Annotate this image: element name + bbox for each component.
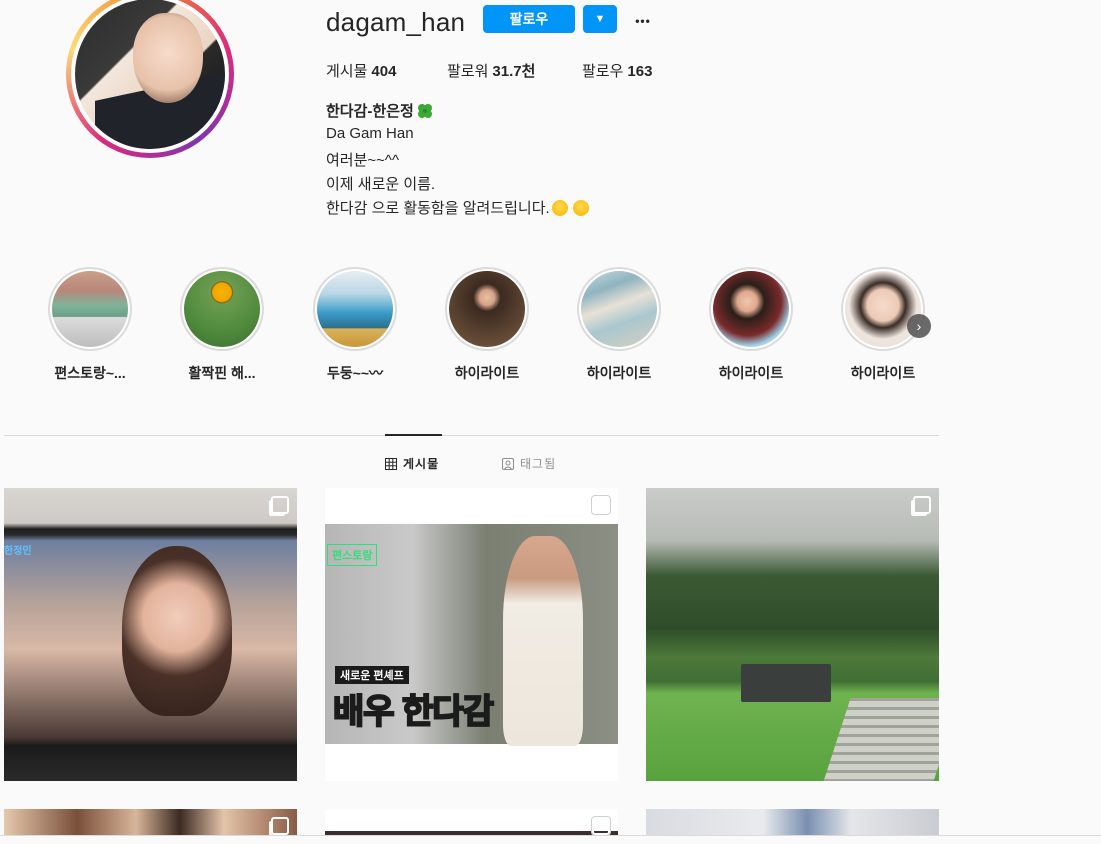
- chevron-right-icon: ›: [916, 318, 922, 334]
- highlight-cover: [845, 271, 921, 347]
- highlights-next-button[interactable]: ›: [907, 314, 931, 338]
- sweat-emoji-icon: [572, 199, 589, 216]
- multi-post-icon: [591, 816, 611, 835]
- tabs-divider: [4, 435, 939, 436]
- avatar-image: [75, 0, 225, 149]
- post-image: [646, 809, 939, 835]
- tag-icon: [502, 457, 514, 470]
- highlight-item[interactable]: 하이라이트: [577, 267, 661, 381]
- highlight-cover: [184, 271, 260, 347]
- username: dagam_han: [326, 7, 466, 37]
- tab-posts[interactable]: 게시물: [385, 455, 439, 472]
- multi-post-icon: [271, 496, 289, 514]
- post-caption-big: 배우 한다감: [332, 692, 495, 732]
- tab-tagged[interactable]: 태그됨: [502, 455, 556, 472]
- suggested-dropdown-button[interactable]: ▼: [583, 5, 617, 33]
- post-overlay-text: 한정민: [4, 546, 32, 557]
- multi-post-icon: [591, 495, 611, 515]
- highlight-item[interactable]: 하이라이트: [841, 267, 925, 381]
- tab-posts-label: 게시물: [403, 457, 440, 471]
- highlight-cover: [449, 271, 525, 347]
- post-overlay-badge: 편스토랑: [327, 544, 378, 566]
- post-caption-small: 새로운 편셰프: [335, 666, 409, 684]
- post-thumbnail[interactable]: [325, 809, 618, 835]
- stat-following[interactable]: 팔로우 163: [582, 60, 652, 81]
- stat-posts-value: 404: [371, 63, 397, 80]
- post-thumbnail[interactable]: 편스토랑 새로운 편셰프 배우 한다감: [325, 488, 618, 781]
- full-name: 한다감-한은정: [326, 100, 434, 121]
- bio-line-2: 여러분~~^^: [326, 152, 399, 169]
- bio-line-4-text: 한다감 으로 활동함을 알려드립니다.: [326, 200, 550, 217]
- highlight-item[interactable]: 하이라이트: [709, 267, 793, 381]
- highlight-cover: [52, 271, 128, 347]
- smile-emoji-icon: [551, 199, 568, 216]
- active-tab-indicator: [385, 434, 442, 436]
- highlight-item[interactable]: 활짝핀 해...: [180, 267, 264, 381]
- clover-icon: [417, 103, 432, 118]
- post-person-shape: [503, 536, 583, 746]
- stat-following-label: 팔로우: [582, 63, 624, 80]
- multi-post-icon: [271, 817, 289, 835]
- grid-icon: [385, 457, 397, 470]
- stat-following-value: 163: [627, 63, 653, 80]
- highlight-label: 하이라이트: [718, 365, 784, 381]
- tab-tagged-label: 태그됨: [520, 457, 557, 471]
- stat-posts-label: 게시물: [326, 63, 368, 80]
- highlight-cover: [581, 271, 657, 347]
- highlight-item[interactable]: 하이라이트: [445, 267, 529, 381]
- highlight-cover: [713, 271, 789, 347]
- stat-posts: 게시물 404: [326, 60, 396, 81]
- post-thumbnail[interactable]: [646, 809, 939, 835]
- stat-followers-value: 31.7천: [492, 63, 536, 80]
- post-image: [4, 809, 297, 835]
- highlight-label: 하이라이트: [850, 365, 916, 381]
- bio-line-4: 한다감 으로 활동함을 알려드립니다.: [326, 197, 589, 218]
- post-house-shape: [741, 664, 831, 702]
- chevron-down-icon: ▼: [594, 13, 606, 25]
- multi-post-icon: [913, 496, 931, 514]
- avatar-face-shape: [133, 13, 203, 103]
- stat-followers[interactable]: 팔로워 31.7천: [447, 60, 535, 81]
- post-face-shape: [122, 546, 232, 716]
- highlight-cover: [317, 271, 393, 347]
- full-name-text: 한다감-한은정: [326, 103, 414, 120]
- highlight-item[interactable]: 두둥~~〰: [313, 267, 397, 381]
- more-options-button[interactable]: •••: [629, 4, 657, 32]
- highlight-label: 하이라이트: [586, 365, 652, 381]
- more-icon: •••: [635, 14, 651, 28]
- post-thumbnail[interactable]: 한정민: [4, 488, 297, 781]
- bio-line-1: Da Gam Han: [326, 125, 414, 142]
- bio-line-3: 이제 새로운 이름.: [326, 176, 436, 193]
- highlight-item[interactable]: 편스토랑~...: [48, 267, 132, 381]
- profile-avatar[interactable]: [66, 0, 234, 158]
- avatar-border: [71, 0, 229, 153]
- highlight-label: 두둥~~〰: [326, 365, 384, 381]
- follow-button[interactable]: 팔로우: [483, 5, 575, 33]
- highlight-label: 활짝핀 해...: [188, 365, 256, 381]
- highlight-label: 편스토랑~...: [54, 365, 126, 381]
- post-thumbnail[interactable]: [4, 809, 297, 835]
- stat-followers-label: 팔로워: [447, 63, 489, 80]
- highlight-label: 하이라이트: [454, 365, 520, 381]
- post-thumbnail[interactable]: [646, 488, 939, 781]
